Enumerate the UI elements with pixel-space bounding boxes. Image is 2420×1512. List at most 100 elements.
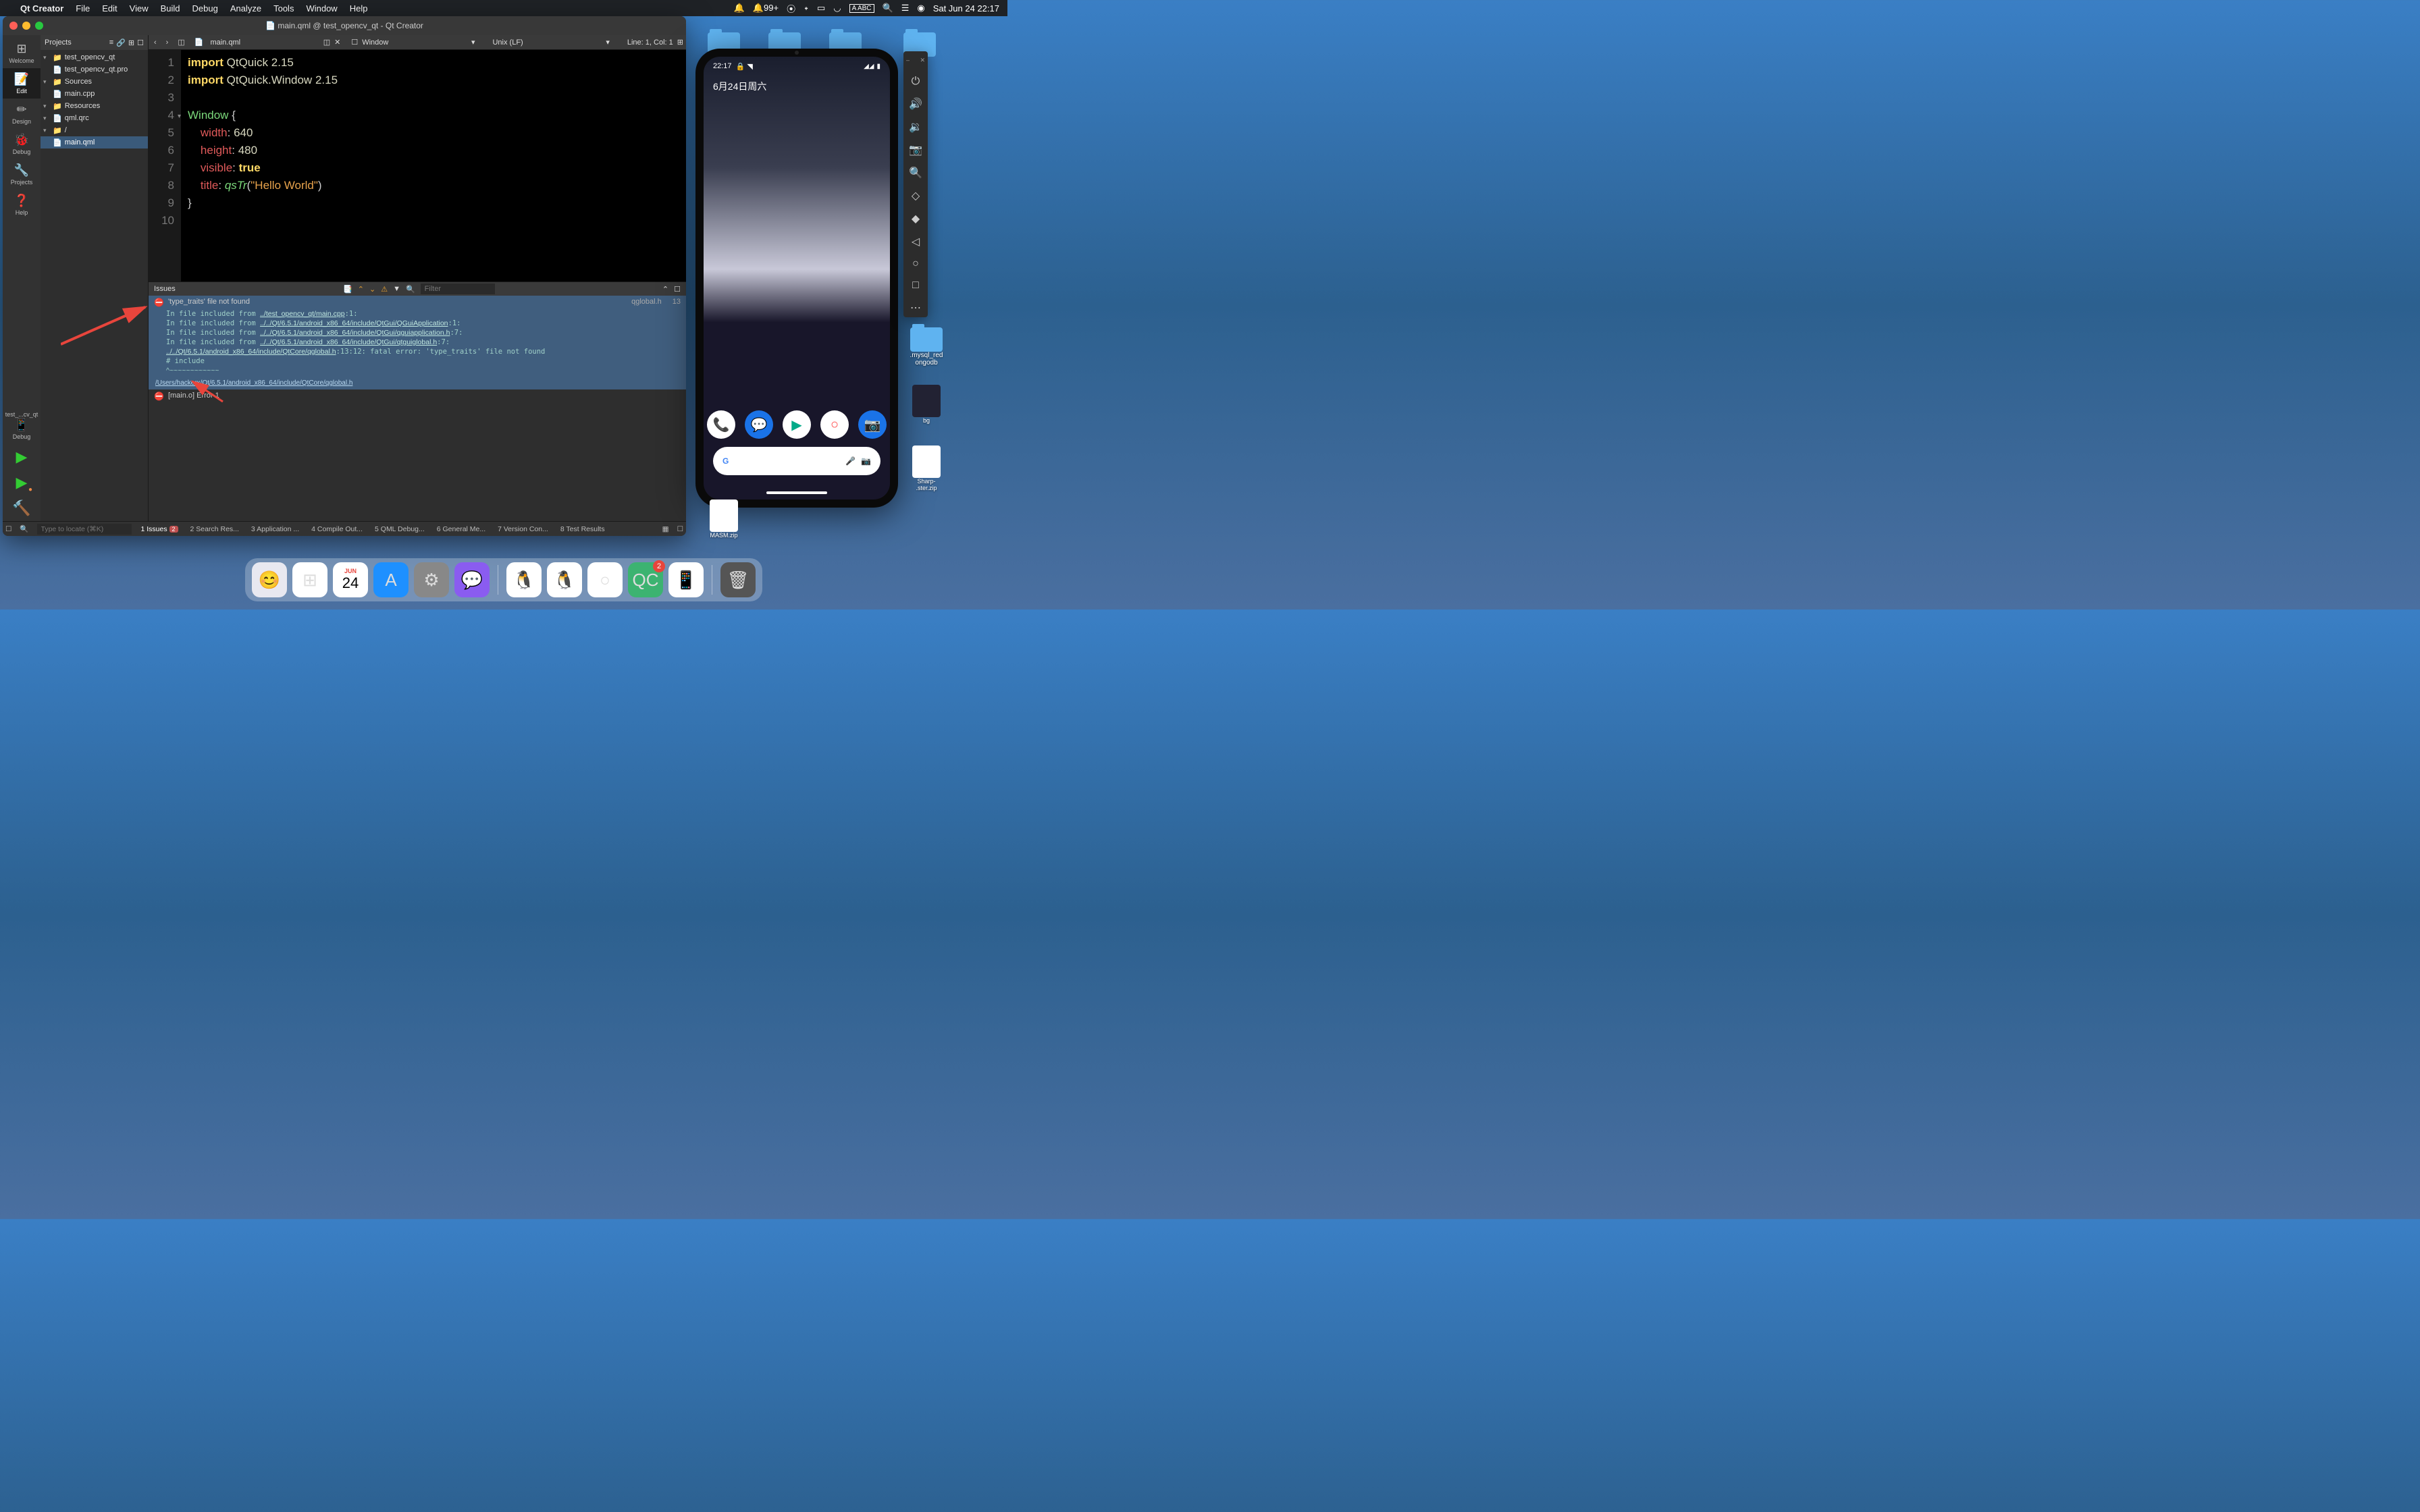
- dock-app-icon[interactable]: ○: [587, 562, 623, 597]
- sidebar-toggle-icon[interactable]: ☐: [5, 525, 11, 533]
- record-icon[interactable]: ⦿: [787, 2, 795, 15]
- emulator-app-icon[interactable]: 💬: [745, 410, 773, 439]
- cursor-position[interactable]: Line: 1, Col: 1: [627, 38, 673, 47]
- menu-view[interactable]: View: [130, 3, 149, 14]
- menu-tools[interactable]: Tools: [273, 3, 294, 14]
- issues-max-icon[interactable]: ☐: [674, 285, 681, 294]
- emulator-app-icon[interactable]: 📞: [707, 410, 735, 439]
- issues-warn-icon[interactable]: ⚠: [381, 285, 388, 294]
- menu-edit[interactable]: Edit: [102, 3, 117, 14]
- menu-analyze[interactable]: Analyze: [230, 3, 261, 14]
- menu-debug[interactable]: Debug: [192, 3, 218, 14]
- menu-window[interactable]: Window: [306, 3, 337, 14]
- issues-collapse-icon[interactable]: ⌃: [662, 285, 668, 294]
- dock-app-icon[interactable]: 📱: [668, 562, 704, 597]
- volume-up-icon[interactable]: 🔊: [909, 97, 922, 111]
- spotlight-icon[interactable]: 🔍: [883, 3, 893, 14]
- ime-indicator[interactable]: A ABC: [849, 4, 874, 13]
- output-tab[interactable]: 8 Test Results: [559, 525, 606, 533]
- dock-app-icon[interactable]: A: [373, 562, 409, 597]
- output-tab[interactable]: 7 Version Con...: [496, 525, 550, 533]
- dock-app-icon[interactable]: 😊: [252, 562, 287, 597]
- rotate-icon[interactable]: ◇: [912, 189, 920, 202]
- editor-menu-icon[interactable]: ⊞: [677, 38, 683, 47]
- dock-app-icon[interactable]: QC2: [628, 562, 663, 597]
- emulator-app-icon[interactable]: ▶: [783, 410, 811, 439]
- dock-app-icon[interactable]: 🗑: [720, 562, 756, 597]
- run-button[interactable]: ▶: [3, 444, 41, 470]
- output-tab[interactable]: 5 QML Debug...: [373, 525, 426, 533]
- more-icon[interactable]: ⋯: [910, 301, 921, 315]
- menubar-date[interactable]: Sat Jun 24 22:17: [933, 3, 999, 14]
- volume-down-icon[interactable]: 🔉: [909, 120, 922, 134]
- output-tab[interactable]: 6 General Me...: [436, 525, 487, 533]
- tree-row[interactable]: 📄main.qml: [41, 136, 148, 148]
- tree-row[interactable]: ▾📁Sources: [41, 76, 148, 88]
- tree-row[interactable]: ▾📁/: [41, 124, 148, 136]
- dock-app-icon[interactable]: JUN24: [333, 562, 368, 597]
- back-icon[interactable]: ◁: [912, 235, 920, 248]
- kit-selector[interactable]: test_...cv_qt📱Debug: [3, 407, 41, 444]
- issues-cat-icon[interactable]: 📑: [343, 285, 352, 294]
- notif-count-icon[interactable]: 🔔99+: [753, 3, 779, 14]
- mode-edit[interactable]: 📝Edit: [3, 68, 41, 99]
- folder-icon[interactable]: [910, 327, 943, 352]
- encoding-indicator[interactable]: Unix (LF): [492, 38, 523, 47]
- panel-filter-icon[interactable]: ≡: [109, 38, 113, 47]
- tree-row[interactable]: ▾📄qml.qrc: [41, 112, 148, 124]
- run-debug-button[interactable]: ▶●: [3, 470, 41, 495]
- mode-debug[interactable]: 🐞Debug: [3, 129, 41, 159]
- emu-min-icon[interactable]: –: [906, 57, 910, 63]
- output-tab[interactable]: 3 Application ...: [250, 525, 300, 533]
- split-v-icon[interactable]: ◫: [323, 38, 330, 47]
- issues-up-icon[interactable]: ⌃: [358, 285, 364, 294]
- menubar-appname[interactable]: Qt Creator: [20, 3, 63, 14]
- menu-build[interactable]: Build: [161, 3, 180, 14]
- tree-row[interactable]: 📄main.cpp: [41, 88, 148, 100]
- mode-projects[interactable]: 🔧Projects: [3, 159, 41, 190]
- emulator-search[interactable]: G 🎤 📷: [713, 447, 880, 475]
- tree-row[interactable]: ▾📁Resources: [41, 100, 148, 112]
- dock-app-icon[interactable]: 🐧: [547, 562, 582, 597]
- overview-icon[interactable]: □: [912, 279, 919, 292]
- dock-app-icon[interactable]: 🐧: [506, 562, 542, 597]
- battery-icon[interactable]: ▭: [817, 3, 825, 14]
- issues-filter-input[interactable]: [421, 284, 495, 294]
- bookmark-icon[interactable]: ◫: [175, 38, 187, 47]
- output-tab[interactable]: 4 Compile Out...: [310, 525, 364, 533]
- tab-close-icon[interactable]: ✕: [334, 38, 340, 47]
- zip-file-icon[interactable]: [710, 500, 738, 532]
- lens-icon[interactable]: 📷: [861, 456, 871, 466]
- emulator-app-icon[interactable]: 📷: [858, 410, 887, 439]
- dock-app-icon[interactable]: 💬: [454, 562, 490, 597]
- rightpanel-toggle-icon[interactable]: ☐: [677, 525, 683, 533]
- notif-icon[interactable]: 🔔: [734, 3, 745, 14]
- dock-app-icon[interactable]: ⚙: [414, 562, 449, 597]
- scope-selector[interactable]: Window: [362, 38, 388, 47]
- progress-toggle-icon[interactable]: ▦: [662, 525, 669, 533]
- issue-item[interactable]: ⛔ [main.o] Error 1: [149, 389, 686, 403]
- panel-selector[interactable]: Projects: [45, 38, 107, 47]
- code-editor[interactable]: ▾ 12345678910 import QtQuick 2.15 import…: [149, 50, 686, 281]
- emu-close-icon[interactable]: ✕: [920, 57, 925, 64]
- panel-link-icon[interactable]: 🔗: [116, 38, 126, 47]
- emulator-nav-handle[interactable]: [766, 491, 827, 494]
- menu-help[interactable]: Help: [350, 3, 368, 14]
- issues-filter-icon[interactable]: ▼: [393, 285, 400, 293]
- issues-down-icon[interactable]: ⌄: [369, 285, 375, 294]
- camera-icon[interactable]: 📷: [909, 143, 922, 157]
- zip-file-icon[interactable]: [912, 446, 941, 478]
- output-tab[interactable]: 2 Search Res...: [189, 525, 240, 533]
- project-tree[interactable]: ▾📁test_opencv_qt📄test_opencv_qt.pro▾📁Sou…: [41, 50, 148, 150]
- tree-row[interactable]: 📄test_opencv_qt.pro: [41, 63, 148, 76]
- siri-icon[interactable]: ◉: [917, 3, 924, 14]
- home-icon[interactable]: ○: [912, 258, 919, 270]
- issue-item[interactable]: ⛔ 'type_traits' file not found qglobal.h…: [149, 296, 686, 309]
- tree-row[interactable]: ▾📁test_opencv_qt: [41, 51, 148, 63]
- panel-split-icon[interactable]: ⊞: [128, 38, 134, 47]
- power-icon[interactable]: ⏻: [912, 76, 920, 88]
- dock-app-icon[interactable]: ⊞: [292, 562, 327, 597]
- issue-path[interactable]: /Users/hackerx/Qt/6.5.1/android_x86_64/i…: [149, 378, 686, 389]
- mode-help[interactable]: ❓Help: [3, 190, 41, 220]
- nav-fwd-icon[interactable]: ›: [163, 38, 172, 47]
